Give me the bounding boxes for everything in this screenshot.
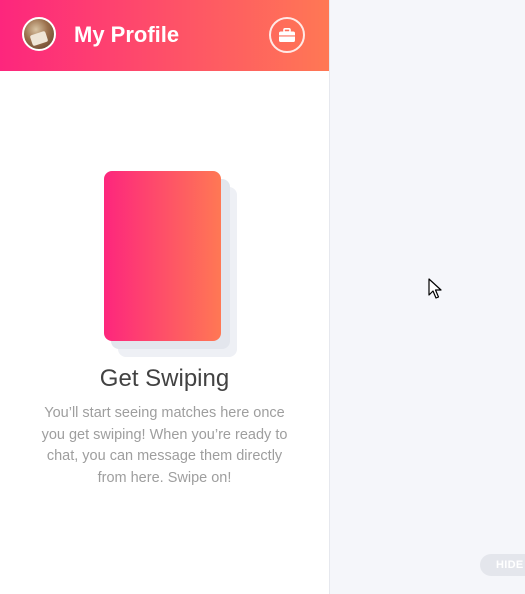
sidebar-panel: My Profile Get Swiping You’ll start seei…	[0, 0, 330, 594]
card-stack-illustration	[104, 171, 239, 359]
mouse-cursor-icon	[428, 278, 442, 299]
hide-button[interactable]: HIDE	[480, 554, 525, 576]
profile-header: My Profile	[0, 0, 329, 71]
card-front	[104, 171, 221, 341]
page-title[interactable]: My Profile	[74, 22, 179, 48]
briefcase-icon	[279, 28, 295, 42]
avatar[interactable]	[22, 17, 56, 51]
work-mode-button[interactable]	[269, 17, 305, 53]
empty-state-description: You’ll start seeing matches here once yo…	[41, 405, 288, 486]
empty-state-title: Get Swiping	[99, 365, 230, 392]
